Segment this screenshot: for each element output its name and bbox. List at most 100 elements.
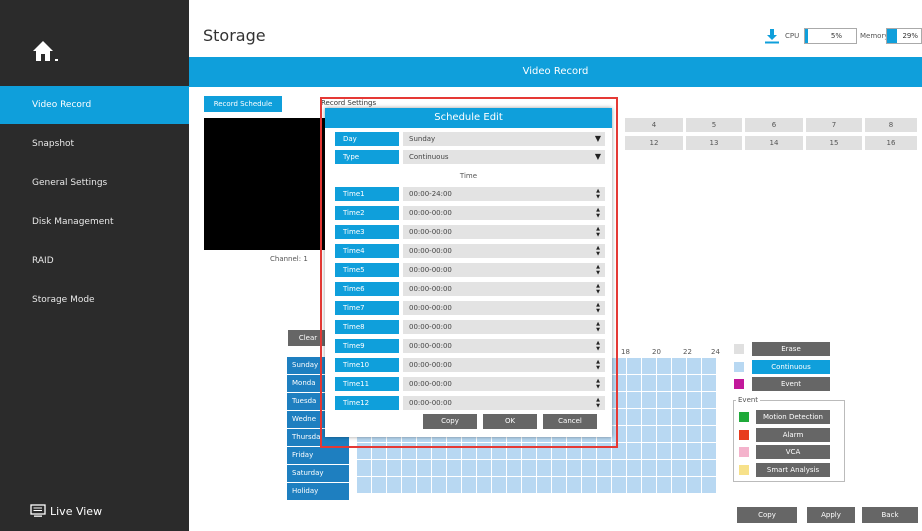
download-icon[interactable]	[764, 28, 780, 46]
hour-label: 24	[711, 348, 720, 356]
spinner-icon[interactable]: ▲ ▼	[596, 359, 600, 371]
back-button[interactable]: Back	[862, 507, 918, 523]
tab-record-schedule[interactable]: Record Schedule	[204, 96, 282, 112]
channel-button[interactable]: 15	[806, 136, 862, 150]
time-label: Time2	[335, 206, 399, 220]
type-select[interactable]: Continuous ▼	[403, 150, 605, 164]
type-label: Type	[335, 150, 399, 164]
vca-swatch	[739, 447, 749, 457]
channel-button[interactable]: 16	[865, 136, 917, 150]
event-button[interactable]: Event	[752, 377, 830, 391]
time-value: 00:00-00:00	[409, 209, 452, 217]
section-title: Video Record	[189, 57, 922, 87]
cpu-fill	[805, 29, 808, 43]
apply-button[interactable]: Apply	[807, 507, 855, 523]
dialog-copy-button[interactable]: Copy	[423, 414, 477, 429]
time-input[interactable]: 00:00-00:00 ▲ ▼	[403, 263, 605, 277]
continuous-button[interactable]: Continuous	[752, 360, 830, 374]
channel-button[interactable]: 14	[745, 136, 803, 150]
time-label: Time12	[335, 396, 399, 410]
day-friday[interactable]: Friday	[287, 447, 349, 464]
time-value: 00:00-00:00	[409, 247, 452, 255]
smart-analysis-swatch	[739, 465, 749, 475]
schedule-edit-dialog: Schedule Edit Day Sunday ▼ Type Continuo…	[325, 108, 612, 437]
spinner-icon[interactable]: ▲ ▼	[596, 378, 600, 390]
channel-button[interactable]: 12	[625, 136, 683, 150]
sidebar-item-video-record[interactable]: Video Record	[0, 86, 189, 124]
time-row: Time7 00:00-00:00 ▲ ▼	[335, 301, 605, 315]
channel-button[interactable]: 8	[865, 118, 917, 132]
time-label: Time6	[335, 282, 399, 296]
spinner-icon[interactable]: ▲ ▼	[596, 340, 600, 352]
sidebar: Video Record Snapshot General Settings D…	[0, 0, 189, 531]
time-label: Time10	[335, 358, 399, 372]
time-input[interactable]: 00:00-00:00 ▲ ▼	[403, 301, 605, 315]
header: Storage CPU 5% Memory 29%	[189, 0, 922, 57]
day-select[interactable]: Sunday ▼	[403, 132, 605, 146]
vca-button[interactable]: VCA	[756, 445, 830, 459]
hour-label: 18	[621, 348, 630, 356]
alarm-swatch	[739, 430, 749, 440]
time-row: Time11 00:00-00:00 ▲ ▼	[335, 377, 605, 391]
spinner-icon[interactable]: ▲ ▼	[596, 397, 600, 409]
dialog-cancel-button[interactable]: Cancel	[543, 414, 597, 429]
time-input[interactable]: 00:00-00:00 ▲ ▼	[403, 282, 605, 296]
copy-button[interactable]: Copy	[737, 507, 797, 523]
spinner-icon[interactable]: ▲ ▼	[596, 264, 600, 276]
time-heading: Time	[459, 172, 478, 180]
time-input[interactable]: 00:00-24:00 ▲ ▼	[403, 187, 605, 201]
channel-button[interactable]: 6	[745, 118, 803, 132]
sidebar-item-snapshot[interactable]: Snapshot	[0, 125, 189, 163]
time-input[interactable]: 00:00-00:00 ▲ ▼	[403, 206, 605, 220]
event-swatch	[734, 379, 744, 389]
spinner-icon[interactable]: ▲ ▼	[596, 302, 600, 314]
dropdown-arrow-icon: ▼	[594, 134, 601, 143]
time-input[interactable]: 00:00-00:00 ▲ ▼	[403, 358, 605, 372]
smart-analysis-button[interactable]: Smart Analysis	[756, 463, 830, 477]
channel-label: Channel: 1	[270, 255, 308, 263]
spinner-icon[interactable]: ▲ ▼	[596, 283, 600, 295]
monitor-icon	[30, 504, 46, 517]
time-input[interactable]: 00:00-00:00 ▲ ▼	[403, 396, 605, 410]
time-input[interactable]: 00:00-00:00 ▲ ▼	[403, 320, 605, 334]
time-row: Time12 00:00-00:00 ▲ ▼	[335, 396, 605, 410]
time-value: 00:00-00:00	[409, 323, 452, 331]
sidebar-item-storage-mode[interactable]: Storage Mode	[0, 281, 189, 319]
day-holiday[interactable]: Holiday	[287, 483, 349, 500]
spinner-icon[interactable]: ▲ ▼	[596, 207, 600, 219]
erase-button[interactable]: Erase	[752, 342, 830, 356]
spinner-icon[interactable]: ▲ ▼	[596, 321, 600, 333]
time-label: Time1	[335, 187, 399, 201]
page-title: Storage	[203, 26, 266, 45]
home-icon[interactable]	[30, 38, 60, 64]
channel-button[interactable]: 13	[686, 136, 742, 150]
spinner-icon[interactable]: ▲ ▼	[596, 226, 600, 238]
time-value: 00:00-00:00	[409, 361, 452, 369]
time-input[interactable]: 00:00-00:00 ▲ ▼	[403, 377, 605, 391]
spinner-icon[interactable]: ▲ ▼	[596, 188, 600, 200]
channel-button[interactable]: 4	[625, 118, 683, 132]
day-row: Day Sunday ▼	[335, 132, 605, 146]
memory-fill	[887, 29, 897, 43]
motion-swatch	[739, 412, 749, 422]
spinner-icon[interactable]: ▲ ▼	[596, 245, 600, 257]
time-label: Time7	[335, 301, 399, 315]
time-input[interactable]: 00:00-00:00 ▲ ▼	[403, 244, 605, 258]
time-value: 00:00-00:00	[409, 285, 452, 293]
dialog-ok-button[interactable]: OK	[483, 414, 537, 429]
cpu-label: CPU	[785, 32, 800, 40]
channel-button[interactable]: 5	[686, 118, 742, 132]
alarm-button[interactable]: Alarm	[756, 428, 830, 442]
sidebar-item-disk-management[interactable]: Disk Management	[0, 203, 189, 241]
time-input[interactable]: 00:00-00:00 ▲ ▼	[403, 339, 605, 353]
motion-detection-button[interactable]: Motion Detection	[756, 410, 830, 424]
sidebar-item-general-settings[interactable]: General Settings	[0, 164, 189, 202]
time-row: Time1 00:00-24:00 ▲ ▼	[335, 187, 605, 201]
sidebar-item-raid[interactable]: RAID	[0, 242, 189, 280]
live-view-label: Live View	[50, 504, 103, 518]
time-input[interactable]: 00:00-00:00 ▲ ▼	[403, 225, 605, 239]
channel-button[interactable]: 7	[806, 118, 862, 132]
day-saturday[interactable]: Saturday	[287, 465, 349, 482]
video-preview	[204, 118, 326, 250]
live-view-button[interactable]: Live View	[30, 504, 102, 518]
